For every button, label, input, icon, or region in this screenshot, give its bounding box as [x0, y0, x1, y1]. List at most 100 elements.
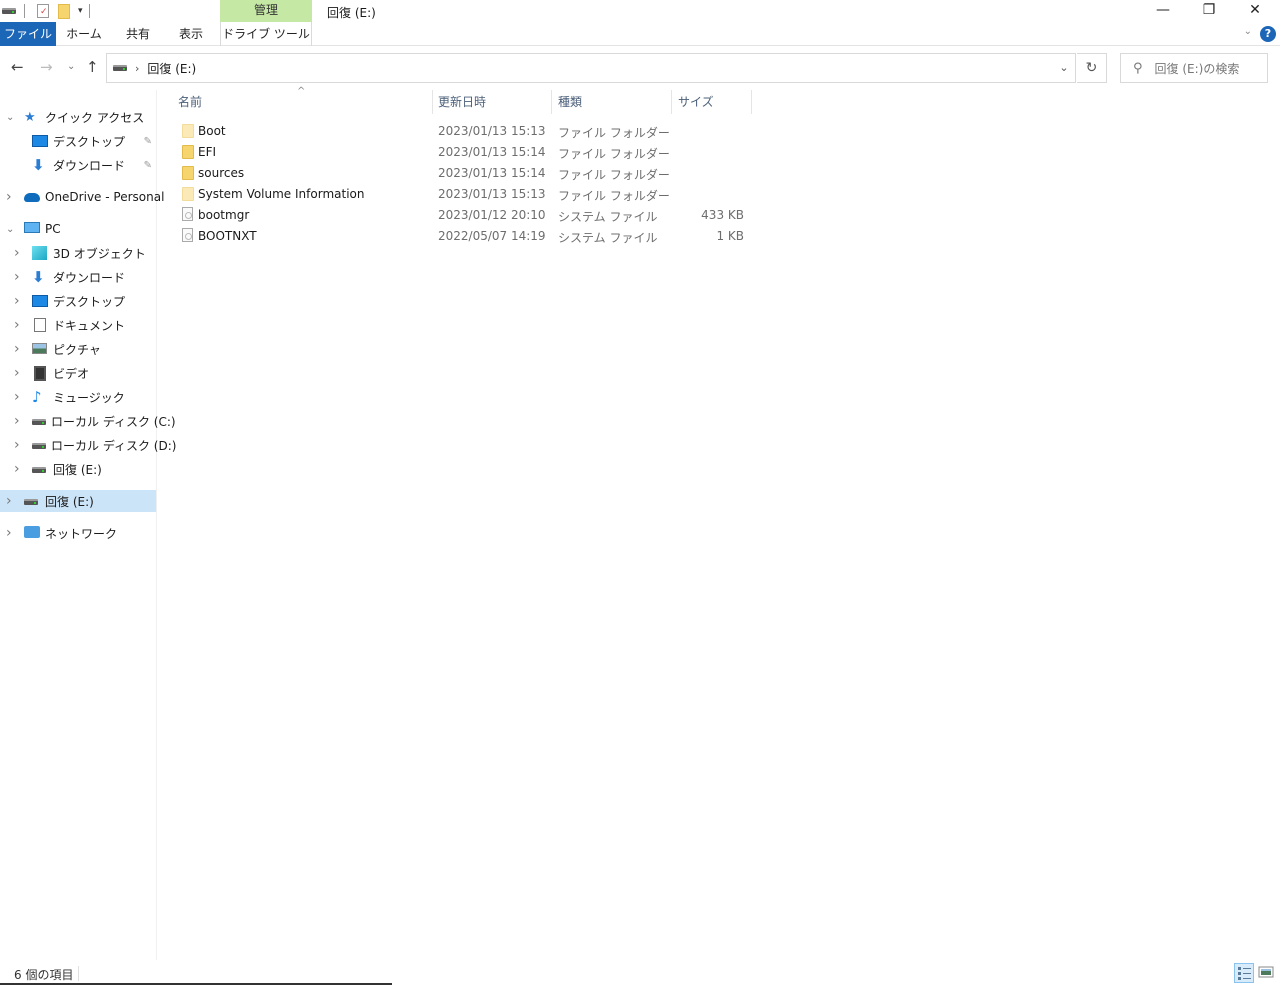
chevron-right-icon[interactable]: › [6, 525, 12, 541]
divider [24, 4, 25, 18]
column-divider[interactable] [751, 90, 752, 114]
tab-view[interactable]: 表示 [168, 22, 214, 46]
help-icon[interactable]: ? [1260, 26, 1276, 42]
sidebar-item[interactable]: ⬇ ダウンロード ✎ [0, 154, 156, 176]
window-title: 回復 (E:) [327, 6, 376, 20]
navigation-bar: ← → ⌄ ↑ › 回復 (E:) ⌄ ↻ ⚲ 回復 (E:)の検索 [0, 50, 1280, 84]
file-row[interactable]: System Volume Information 2023/01/13 15:1… [178, 184, 758, 205]
chevron-right-icon[interactable]: › [14, 245, 20, 261]
folder-icon [182, 166, 194, 180]
cloud-icon [24, 190, 40, 204]
file-name: System Volume Information [198, 187, 365, 201]
column-header-type[interactable]: 種類 [552, 88, 672, 116]
restore-button[interactable]: ❐ [1186, 0, 1232, 22]
drive-icon [32, 438, 46, 452]
properties-icon[interactable]: ✓ [37, 4, 49, 18]
drive-icon [24, 494, 40, 508]
sidebar-item[interactable]: › ドキュメント [0, 314, 156, 336]
details-view-icon [1238, 967, 1251, 980]
sidebar-item[interactable]: › ⬇ ダウンロード [0, 266, 156, 288]
minimize-button[interactable]: — [1140, 0, 1186, 22]
chevron-right-icon[interactable]: › [14, 437, 20, 453]
sidebar-item[interactable]: › OneDrive - Personal [0, 186, 164, 208]
sidebar-item[interactable]: › ローカル ディスク (C:) [0, 410, 176, 432]
sidebar-item[interactable]: › 3D オブジェクト [0, 242, 156, 264]
sidebar-item[interactable]: › ピクチャ [0, 338, 156, 360]
large-icons-view-button[interactable] [1257, 963, 1277, 983]
file-size: 433 KB [701, 208, 744, 222]
address-bar[interactable]: › 回復 (E:) [106, 53, 1076, 83]
file-name: bootmgr [198, 208, 250, 222]
column-header-size[interactable]: サイズ [672, 88, 752, 116]
address-dropdown-icon[interactable]: ⌄ [1052, 53, 1076, 83]
up-button[interactable]: ↑ [86, 58, 99, 76]
chevron-right-icon[interactable]: › [6, 189, 12, 205]
tab-file[interactable]: ファイル [0, 22, 56, 46]
chevron-right-icon[interactable]: › [14, 341, 20, 357]
sidebar-item-label: デスクトップ [53, 134, 126, 149]
sidebar-item-label: ネットワーク [45, 526, 118, 541]
pin-icon[interactable]: ✎ [144, 160, 152, 171]
context-tab-manage: 管理 [220, 0, 312, 22]
file-row[interactable]: sources 2023/01/13 15:14 ファイル フォルダー [178, 163, 758, 184]
chevron-down-icon[interactable]: ⌄ [6, 224, 14, 235]
search-box[interactable]: ⚲ 回復 (E:)の検索 [1120, 53, 1268, 83]
file-row[interactable]: BOOTNXT 2022/05/07 14:19 システム ファイル 1 KB [178, 226, 758, 247]
navigation-pane: ⌄ ★ クイック アクセス デスクトップ ✎ ⬇ ダウンロード ✎ › OneDrive - Pe… [0, 90, 176, 960]
back-button[interactable]: ← [11, 58, 24, 76]
file-row[interactable]: bootmgr 2023/01/12 20:10 システム ファイル 433 KB [178, 205, 758, 226]
chevron-right-icon[interactable]: › [14, 461, 20, 477]
details-view-button[interactable] [1234, 963, 1254, 983]
refresh-button[interactable]: ↻ [1077, 53, 1107, 83]
large-icons-view-icon [1258, 966, 1274, 978]
pin-icon[interactable]: ✎ [144, 136, 152, 147]
sidebar-item-label: クイック アクセス [45, 110, 145, 125]
file-type: ファイル フォルダー [558, 126, 670, 140]
sidebar-item[interactable]: › 回復 (E:) [0, 458, 156, 480]
sidebar-item[interactable]: › ローカル ディスク (D:) [0, 434, 176, 456]
customize-qat-icon[interactable]: ▾ [78, 6, 83, 16]
tab-home[interactable]: ホーム [60, 22, 108, 46]
sidebar-item[interactable]: › デスクトップ [0, 290, 156, 312]
search-input[interactable]: 回復 (E:)の検索 [1155, 60, 1240, 77]
chevron-right-icon[interactable]: › [135, 62, 139, 75]
chevron-right-icon[interactable]: › [14, 293, 20, 309]
recent-locations-button[interactable]: ⌄ [67, 61, 75, 72]
ribbon-tabs: ファイル ホーム 共有 表示 ドライブ ツール ⌄ ? [0, 22, 1280, 46]
new-folder-icon[interactable] [58, 3, 70, 19]
sidebar-item[interactable]: デスクトップ ✎ [0, 130, 156, 152]
sidebar-item[interactable]: › 回復 (E:) [0, 490, 156, 512]
chevron-right-icon[interactable]: › [14, 413, 20, 429]
column-header-date[interactable]: 更新日時 [432, 88, 552, 116]
title-bar: ✓ ▾ 管理 回復 (E:) — ❐ ✕ [0, 0, 1280, 22]
sidebar-item-label: ローカル ディスク (D:) [51, 438, 177, 453]
forward-button[interactable]: → [40, 58, 53, 76]
chevron-right-icon[interactable]: › [6, 493, 12, 509]
sidebar-item[interactable]: ⌄ ★ クイック アクセス [0, 106, 156, 128]
sidebar-item[interactable]: › ネットワーク [0, 522, 156, 544]
network-icon [24, 526, 40, 540]
breadcrumb-item[interactable]: 回復 (E:) [147, 60, 196, 77]
download-icon: ⬇ [32, 268, 45, 286]
file-row[interactable]: Boot 2023/01/13 15:13 ファイル フォルダー [178, 121, 758, 142]
ribbon-expand-icon[interactable]: ⌄ [1244, 26, 1252, 37]
sidebar-item[interactable]: ⌄ PC [0, 218, 156, 240]
chevron-right-icon[interactable]: › [14, 389, 20, 405]
sidebar-item-label: 回復 (E:) [53, 462, 102, 477]
sort-ascending-icon: ^ [297, 86, 306, 97]
download-icon: ⬇ [32, 156, 45, 174]
chevron-right-icon[interactable]: › [14, 365, 20, 381]
sidebar-item[interactable]: › ♪ ミュージック [0, 386, 156, 408]
music-icon: ♪ [32, 388, 42, 406]
chevron-right-icon[interactable]: › [14, 269, 20, 285]
tab-drive-tools[interactable]: ドライブ ツール [220, 22, 312, 46]
file-type: ファイル フォルダー [558, 147, 670, 161]
sidebar-item[interactable]: › ビデオ [0, 362, 156, 384]
tab-share[interactable]: 共有 [114, 22, 162, 46]
chevron-down-icon[interactable]: ⌄ [6, 112, 14, 123]
close-button[interactable]: ✕ [1232, 0, 1278, 22]
chevron-right-icon[interactable]: › [14, 317, 20, 333]
file-row[interactable]: EFI 2023/01/13 15:14 ファイル フォルダー [178, 142, 758, 163]
file-date: 2023/01/13 15:13 [438, 187, 546, 201]
system-file-icon [182, 207, 193, 221]
